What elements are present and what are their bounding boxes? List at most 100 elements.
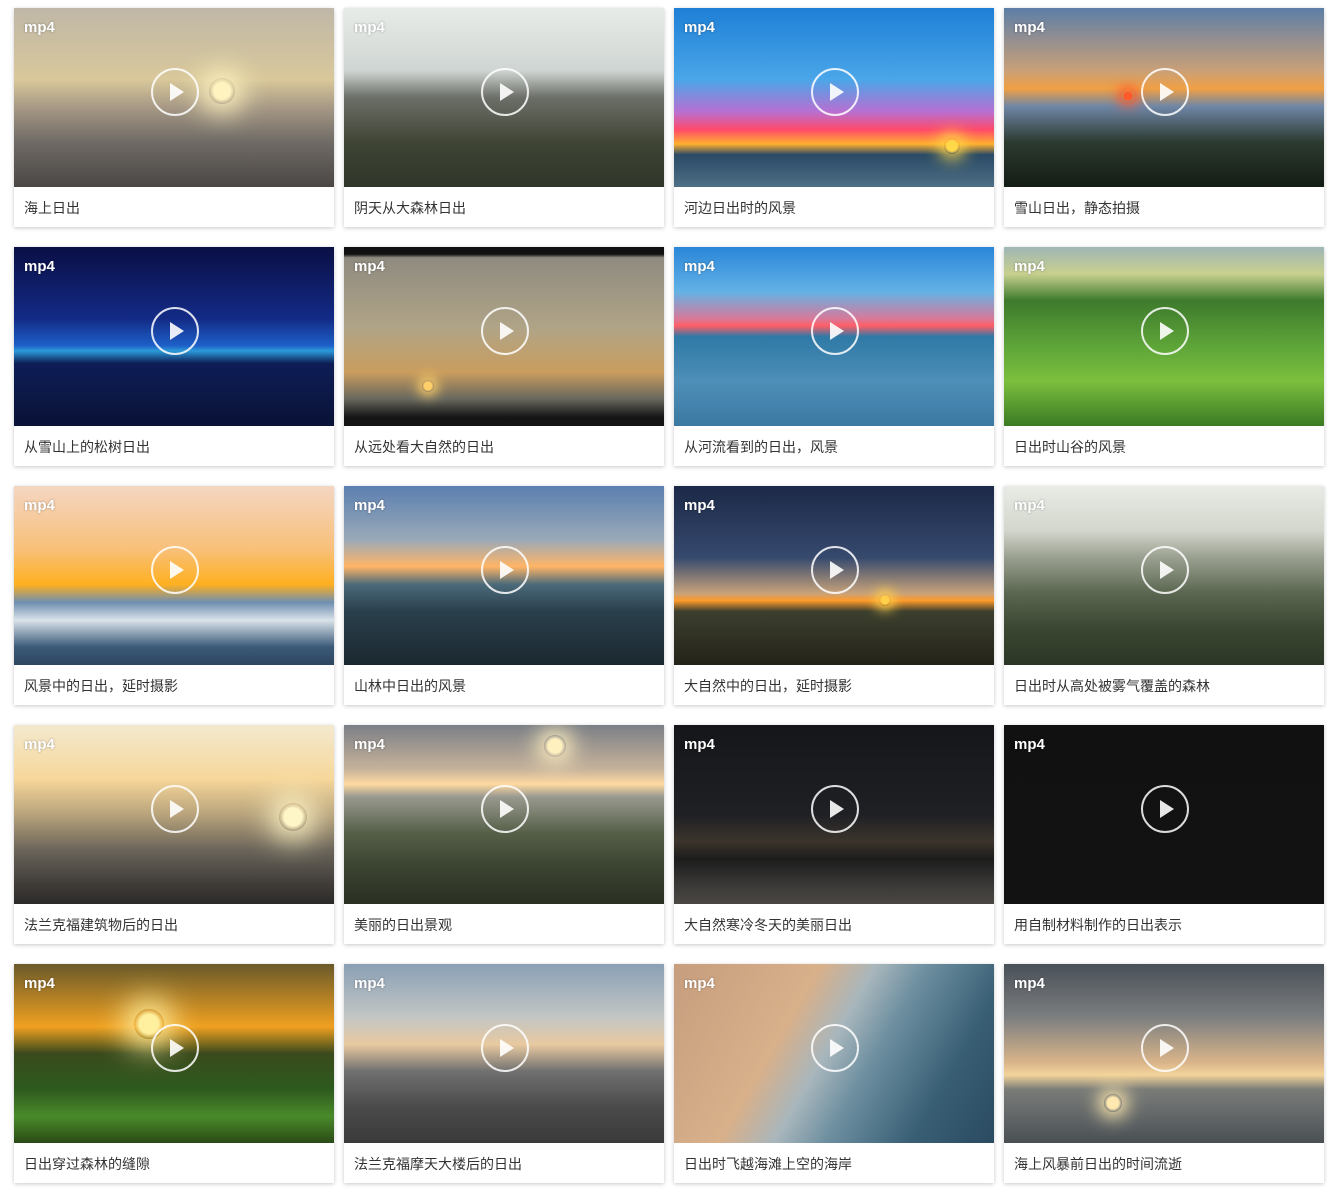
format-badge: mp4 xyxy=(354,975,385,992)
video-title[interactable]: 日出时飞越海滩上空的海岸 xyxy=(684,1154,852,1174)
video-card[interactable]: mp4 法兰克福摩天大楼后的日出 xyxy=(344,964,664,1183)
format-badge: mp4 xyxy=(354,258,385,275)
video-thumbnail[interactable]: mp4 xyxy=(14,8,334,187)
play-icon[interactable] xyxy=(151,546,199,594)
video-title[interactable]: 日出时从高处被雾气覆盖的森林 xyxy=(1014,676,1210,696)
video-thumbnail[interactable]: mp4 xyxy=(1004,725,1324,904)
video-thumbnail[interactable]: mp4 xyxy=(674,725,994,904)
format-badge: mp4 xyxy=(684,736,715,753)
play-icon[interactable] xyxy=(151,1024,199,1072)
format-badge: mp4 xyxy=(1014,975,1045,992)
video-title[interactable]: 从河流看到的日出，风景 xyxy=(684,437,838,457)
format-badge: mp4 xyxy=(24,975,55,992)
video-thumbnail[interactable]: mp4 xyxy=(1004,964,1324,1143)
play-icon[interactable] xyxy=(151,68,199,116)
video-title[interactable]: 风景中的日出，延时摄影 xyxy=(24,676,178,696)
video-thumbnail[interactable]: mp4 xyxy=(674,964,994,1143)
format-badge: mp4 xyxy=(24,258,55,275)
video-title[interactable]: 从雪山上的松树日出 xyxy=(24,437,150,457)
video-title[interactable]: 雪山日出，静态拍摄 xyxy=(1014,198,1140,218)
sun-glow xyxy=(944,138,960,154)
video-thumbnail[interactable]: mp4 xyxy=(14,725,334,904)
play-icon[interactable] xyxy=(1141,1024,1189,1072)
play-icon[interactable] xyxy=(811,307,859,355)
format-badge: mp4 xyxy=(354,19,385,36)
video-card[interactable]: mp4 海上风暴前日出的时间流逝 xyxy=(1004,964,1324,1183)
video-title[interactable]: 山林中日出的风景 xyxy=(354,676,466,696)
video-thumbnail[interactable]: mp4 xyxy=(674,8,994,187)
video-card[interactable]: mp4 阴天从大森林日出 xyxy=(344,8,664,227)
video-thumbnail[interactable]: mp4 xyxy=(674,486,994,665)
play-icon[interactable] xyxy=(811,785,859,833)
video-title[interactable]: 河边日出时的风景 xyxy=(684,198,796,218)
video-card[interactable]: mp4 河边日出时的风景 xyxy=(674,8,994,227)
play-icon[interactable] xyxy=(811,546,859,594)
video-thumbnail[interactable]: mp4 xyxy=(14,486,334,665)
sun-glow xyxy=(422,380,434,392)
video-thumbnail[interactable]: mp4 xyxy=(14,247,334,426)
video-thumbnail[interactable]: mp4 xyxy=(1004,247,1324,426)
video-title[interactable]: 海上风暴前日出的时间流逝 xyxy=(1014,1154,1182,1174)
play-icon[interactable] xyxy=(481,546,529,594)
video-thumbnail[interactable]: mp4 xyxy=(674,247,994,426)
play-icon[interactable] xyxy=(481,307,529,355)
video-card[interactable]: mp4 日出穿过森林的缝隙 xyxy=(14,964,334,1183)
video-card[interactable]: mp4 雪山日出，静态拍摄 xyxy=(1004,8,1324,227)
sun-glow xyxy=(1104,1094,1122,1112)
play-icon[interactable] xyxy=(811,68,859,116)
video-title[interactable]: 阴天从大森林日出 xyxy=(354,198,466,218)
play-icon[interactable] xyxy=(151,785,199,833)
video-card[interactable]: mp4 日出时从高处被雾气覆盖的森林 xyxy=(1004,486,1324,705)
play-icon[interactable] xyxy=(481,68,529,116)
video-thumbnail[interactable]: mp4 xyxy=(1004,8,1324,187)
video-title[interactable]: 日出时山谷的风景 xyxy=(1014,437,1126,457)
format-badge: mp4 xyxy=(1014,19,1045,36)
video-title[interactable]: 法兰克福建筑物后的日出 xyxy=(24,915,178,935)
video-title[interactable]: 大自然寒冷冬天的美丽日出 xyxy=(684,915,852,935)
play-icon[interactable] xyxy=(1141,546,1189,594)
video-title[interactable]: 海上日出 xyxy=(24,198,80,218)
video-card[interactable]: mp4 从雪山上的松树日出 xyxy=(14,247,334,466)
video-card[interactable]: mp4 风景中的日出，延时摄影 xyxy=(14,486,334,705)
video-thumbnail[interactable]: mp4 xyxy=(344,964,664,1143)
video-card[interactable]: mp4 海上日出 xyxy=(14,8,334,227)
format-badge: mp4 xyxy=(684,497,715,514)
format-badge: mp4 xyxy=(684,258,715,275)
video-card[interactable]: mp4 法兰克福建筑物后的日出 xyxy=(14,725,334,944)
play-icon[interactable] xyxy=(481,785,529,833)
video-card[interactable]: mp4 从远处看大自然的日出 xyxy=(344,247,664,466)
video-thumbnail[interactable]: mp4 xyxy=(344,725,664,904)
video-title[interactable]: 日出穿过森林的缝隙 xyxy=(24,1154,150,1174)
play-icon[interactable] xyxy=(1141,68,1189,116)
video-title[interactable]: 美丽的日出景观 xyxy=(354,915,452,935)
video-card[interactable]: mp4 山林中日出的风景 xyxy=(344,486,664,705)
video-card[interactable]: mp4 日出时飞越海滩上空的海岸 xyxy=(674,964,994,1183)
sun-glow xyxy=(544,735,566,757)
format-badge: mp4 xyxy=(1014,258,1045,275)
video-title[interactable]: 用自制材料制作的日出表示 xyxy=(1014,915,1182,935)
play-icon[interactable] xyxy=(1141,307,1189,355)
video-thumbnail[interactable]: mp4 xyxy=(1004,486,1324,665)
video-title[interactable]: 从远处看大自然的日出 xyxy=(354,437,494,457)
video-title[interactable]: 法兰克福摩天大楼后的日出 xyxy=(354,1154,522,1174)
video-thumbnail[interactable]: mp4 xyxy=(344,8,664,187)
video-thumbnail[interactable]: mp4 xyxy=(344,486,664,665)
video-thumbnail[interactable]: mp4 xyxy=(14,964,334,1143)
video-card[interactable]: mp4 大自然中的日出，延时摄影 xyxy=(674,486,994,705)
video-card[interactable]: mp4 从河流看到的日出，风景 xyxy=(674,247,994,466)
play-icon[interactable] xyxy=(151,307,199,355)
play-icon[interactable] xyxy=(481,1024,529,1072)
video-thumbnail[interactable]: mp4 xyxy=(344,247,664,426)
play-icon[interactable] xyxy=(811,1024,859,1072)
video-card[interactable]: mp4 日出时山谷的风景 xyxy=(1004,247,1324,466)
video-card[interactable]: mp4 用自制材料制作的日出表示 xyxy=(1004,725,1324,944)
video-card[interactable]: mp4 美丽的日出景观 xyxy=(344,725,664,944)
format-badge: mp4 xyxy=(24,736,55,753)
video-card[interactable]: mp4 大自然寒冷冬天的美丽日出 xyxy=(674,725,994,944)
sun-glow xyxy=(879,594,891,606)
video-title[interactable]: 大自然中的日出，延时摄影 xyxy=(684,676,852,696)
sun-glow xyxy=(209,78,235,104)
format-badge: mp4 xyxy=(354,497,385,514)
play-icon[interactable] xyxy=(1141,785,1189,833)
format-badge: mp4 xyxy=(24,497,55,514)
